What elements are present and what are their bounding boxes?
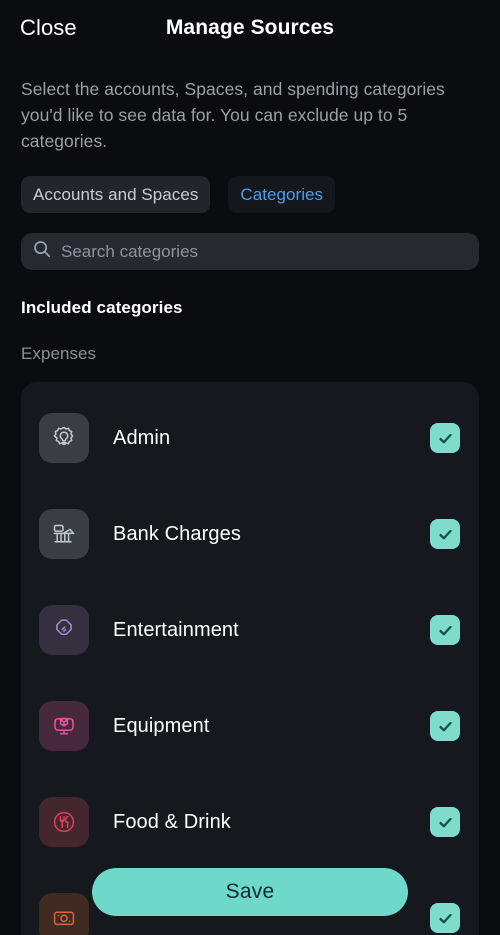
category-list: Admin Bank Charges Entertainment Equipme…	[21, 382, 479, 935]
tab-bar: Accounts and Spaces Categories	[0, 154, 500, 213]
checkbox-bank-charges[interactable]	[430, 519, 460, 549]
list-item[interactable]: Equipment	[21, 678, 479, 774]
checkbox-food-and-drink[interactable]	[430, 807, 460, 837]
gear-lightbulb-icon	[39, 413, 89, 463]
search-icon	[33, 240, 51, 263]
list-item[interactable]: Entertainment	[21, 582, 479, 678]
list-item[interactable]: Admin	[21, 390, 479, 486]
save-button[interactable]: Save	[92, 868, 408, 916]
save-bar: Save	[0, 868, 500, 935]
list-item-label: Equipment	[113, 714, 210, 737]
list-item-label: Entertainment	[113, 618, 239, 641]
tab-accounts-and-spaces[interactable]: Accounts and Spaces	[21, 176, 211, 213]
list-item-label: Food & Drink	[113, 810, 231, 833]
bank-building-icon	[39, 509, 89, 559]
list-item-label: Bank Charges	[113, 522, 241, 545]
screen-header: Close Manage Sources	[0, 0, 500, 56]
ticket-icon	[39, 605, 89, 655]
close-button[interactable]: Close	[20, 17, 77, 39]
fork-knife-circle-icon	[39, 797, 89, 847]
included-categories-heading: Included categories	[21, 298, 183, 317]
search-input[interactable]	[61, 241, 467, 262]
monitor-cube-icon	[39, 701, 89, 751]
checkbox-entertainment[interactable]	[430, 615, 460, 645]
description-text: Select the accounts, Spaces, and spendin…	[21, 79, 445, 151]
checkbox-equipment[interactable]	[430, 711, 460, 741]
search-bar[interactable]	[21, 233, 479, 270]
list-item[interactable]: Bank Charges	[21, 486, 479, 582]
checkbox-admin[interactable]	[430, 423, 460, 453]
tab-categories[interactable]: Categories	[228, 176, 336, 213]
list-item-label: Admin	[113, 426, 171, 449]
list-item[interactable]: Food & Drink	[21, 774, 479, 870]
group-label-expenses: Expenses	[21, 344, 97, 363]
